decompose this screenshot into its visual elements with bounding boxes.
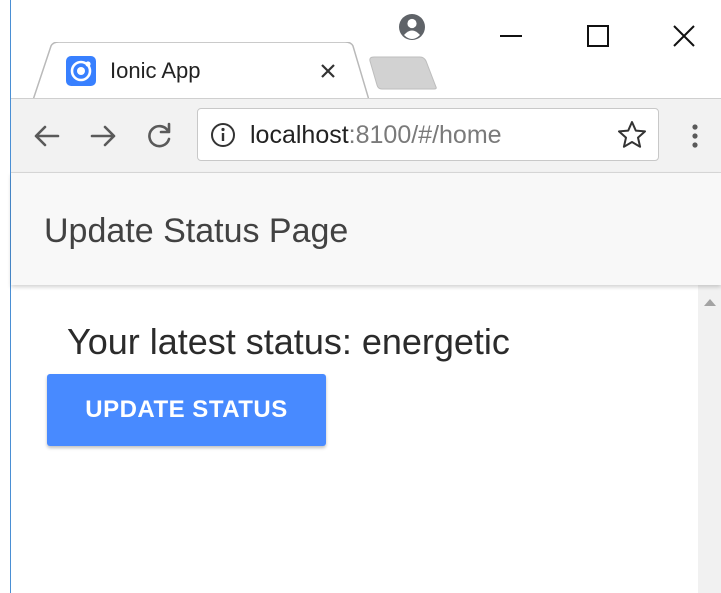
tab-ionic-app[interactable]: Ionic App xyxy=(33,42,369,100)
scroll-up-arrow-icon[interactable] xyxy=(702,295,718,307)
new-tab-button[interactable] xyxy=(368,55,440,91)
arrow-right-icon[interactable] xyxy=(86,119,120,153)
minimize-button[interactable] xyxy=(493,18,529,54)
app-header: Update Status Page xyxy=(11,173,721,285)
latest-status-text: Your latest status: energetic xyxy=(67,321,510,362)
maximize-icon xyxy=(587,25,609,47)
browser-toolbar: localhost:8100/#/home xyxy=(11,98,721,173)
ionic-logo-icon xyxy=(66,56,96,86)
address-bar[interactable]: localhost:8100/#/home xyxy=(197,108,659,161)
window-close-button[interactable] xyxy=(666,18,702,54)
arrow-left-icon[interactable] xyxy=(30,119,64,153)
maximize-button[interactable] xyxy=(580,18,616,54)
vertical-scrollbar[interactable] xyxy=(698,285,721,593)
reload-icon[interactable] xyxy=(142,119,176,153)
close-icon[interactable] xyxy=(313,56,343,86)
tab-strip: Ionic App xyxy=(11,0,721,100)
star-outline-icon[interactable] xyxy=(616,119,648,151)
vertical-dots-icon[interactable] xyxy=(685,119,705,153)
account-circle-icon[interactable] xyxy=(397,12,427,42)
close-icon xyxy=(673,25,695,47)
update-status-button[interactable]: UPDATE STATUS xyxy=(47,374,326,446)
url-host: localhost xyxy=(250,121,349,149)
minimize-icon xyxy=(500,35,522,37)
page-title: Update Status Page xyxy=(44,212,349,250)
page-content: Your latest status: energetic UPDATE STA… xyxy=(11,285,698,593)
tab-title: Ionic App xyxy=(110,58,201,83)
url-path: :8100/#/home xyxy=(348,121,502,149)
url-text: localhost:8100/#/home xyxy=(250,120,502,150)
browser-window: Ionic App localhost:8100/#/home Update S… xyxy=(0,0,721,593)
info-circle-icon[interactable] xyxy=(210,122,236,148)
